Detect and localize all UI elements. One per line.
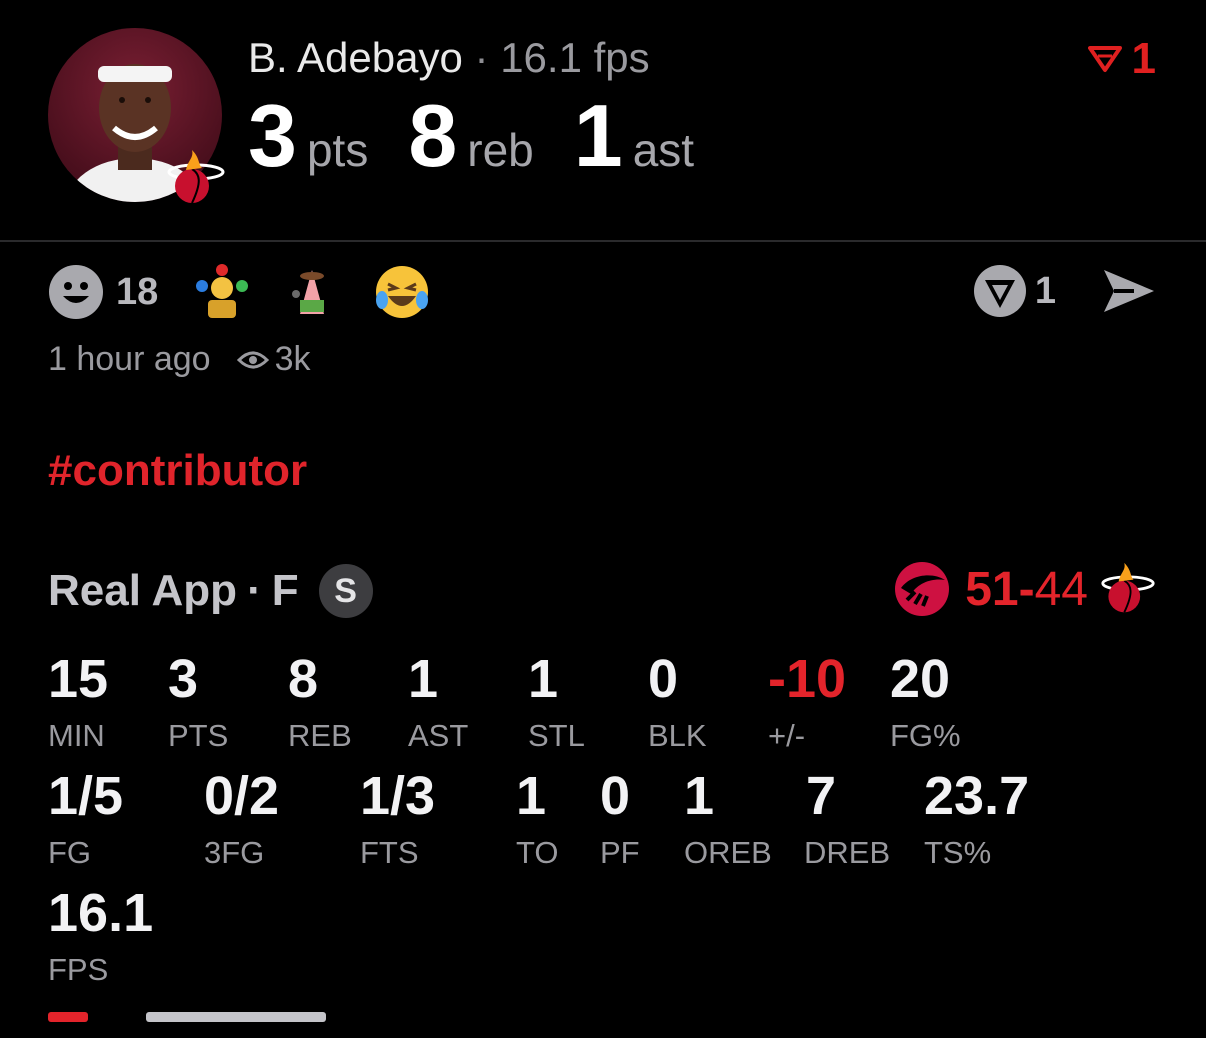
home-score: 51	[965, 562, 1019, 616]
stat-value: 16.1	[48, 883, 154, 943]
downvote-button[interactable]: 1	[1087, 34, 1156, 84]
laughing-tears-emoji-icon[interactable]	[374, 264, 430, 320]
stat-fg: 1/5 FG	[48, 769, 123, 871]
stat-reb: 8 REB	[288, 652, 352, 754]
stat-fps: 16.1 FPS	[48, 886, 153, 988]
stat-stl: 1 STL	[528, 652, 585, 754]
stat-value: 1	[528, 649, 559, 709]
patrick-sticker-icon[interactable]	[284, 264, 340, 320]
position: F	[271, 566, 299, 615]
stat-value: 7	[806, 766, 837, 826]
time-ago: 1 hour ago	[48, 340, 211, 378]
stat-pf: 0 PF	[600, 769, 640, 871]
stat-value: 23.7	[924, 766, 1030, 826]
stat-label: REB	[288, 718, 352, 753]
stat-ts-pct: 23.7 TS%	[924, 769, 1029, 871]
stat-label: TO	[516, 835, 559, 870]
stat-label: PTS	[168, 718, 229, 753]
vote-shield-icon	[973, 265, 1026, 317]
rebounds-label: reb	[467, 124, 534, 176]
separator: ·	[247, 566, 262, 615]
assists-label: ast	[632, 124, 695, 176]
stat-dreb: 7 DREB	[804, 769, 890, 871]
game-score[interactable]: 51 - 44	[893, 560, 1156, 618]
statline-summary: 3 pts 8 reb 1 ast	[248, 92, 734, 180]
stat-blk: 0 BLK	[648, 652, 707, 754]
reaction-count: 18	[116, 270, 159, 313]
separator: ·	[474, 34, 489, 81]
vote-button[interactable]	[973, 264, 1027, 318]
stat-label: AST	[408, 718, 469, 753]
juggler-emoji-icon[interactable]	[194, 264, 250, 320]
fps-label: 16.1 fps	[500, 34, 650, 81]
raptors-logo-icon	[895, 562, 950, 616]
stat-value: 1	[408, 649, 439, 709]
rebounds-value: 8	[408, 86, 458, 185]
points-label: pts	[306, 124, 369, 176]
heat-logo-icon	[166, 148, 226, 208]
reactions-row: 18	[48, 264, 464, 320]
heat-logo-icon	[1101, 562, 1155, 613]
smiley-face-icon	[49, 265, 103, 319]
add-reaction-button[interactable]	[48, 264, 104, 320]
stat-value: -10	[768, 649, 847, 709]
stat-value: 0	[600, 766, 631, 826]
stat-value: 1	[684, 766, 715, 826]
stat-value: 20	[890, 649, 951, 709]
stat-min: 15 MIN	[48, 652, 108, 754]
game-title: Real App · F S	[48, 564, 373, 618]
stat-label: 3FG	[204, 835, 265, 870]
stat-value: 1/3	[360, 766, 436, 826]
stat-label: BLK	[648, 718, 707, 753]
post-meta: 1 hour ago 3k	[48, 340, 311, 379]
stat-label: FPS	[48, 952, 109, 987]
eye-icon	[236, 351, 269, 368]
send-icon	[1104, 270, 1154, 312]
stat-label: OREB	[684, 835, 772, 870]
stat-label: PF	[600, 835, 640, 870]
assists-value: 1	[573, 86, 623, 185]
stat-value: 1	[516, 766, 547, 826]
stat-label: +/-	[768, 718, 806, 753]
stat-label: FG%	[890, 718, 961, 753]
stat-to: 1 TO	[516, 769, 559, 871]
player-name-line: B. Adebayo · 16.1 fps	[248, 34, 650, 82]
stat-label: FTS	[360, 835, 419, 870]
downvote-count: 1	[1131, 34, 1156, 83]
source-name: Real App	[48, 566, 238, 615]
stat-label: MIN	[48, 718, 105, 753]
stat-label: TS%	[924, 835, 992, 870]
stat-value: 15	[48, 649, 109, 709]
points-value: 3	[248, 86, 297, 185]
stat-label: FG	[48, 835, 92, 870]
stat-oreb: 1 OREB	[684, 769, 772, 871]
away-score: 44	[1034, 562, 1088, 616]
score-dash: -	[1018, 562, 1035, 616]
stat-plus-minus: -10 +/-	[768, 652, 846, 754]
stat-value: 0	[648, 649, 679, 709]
stat-fg-pct: 20 FG%	[890, 652, 961, 754]
stat-fts: 1/3 FTS	[360, 769, 435, 871]
stat-value: 8	[288, 649, 319, 709]
post-actions: 1	[973, 264, 1158, 318]
starter-badge: S	[318, 564, 373, 618]
share-button[interactable]	[1100, 266, 1158, 316]
stat-label: STL	[528, 718, 585, 753]
stat-3fg: 0/2 3FG	[204, 769, 279, 871]
hashtag-link[interactable]: #contributor	[48, 446, 307, 496]
stat-label: DREB	[804, 835, 891, 870]
player-name[interactable]: B. Adebayo	[248, 34, 463, 81]
next-content-edge	[48, 1008, 348, 1038]
view-count: 3k	[236, 340, 311, 379]
views-value: 3k	[274, 340, 311, 378]
stat-ast: 1 AST	[408, 652, 468, 754]
downvote-icon	[1087, 46, 1122, 72]
stat-pts: 3 PTS	[168, 652, 228, 754]
stat-value: 1/5	[48, 766, 124, 826]
stat-value: 3	[168, 649, 199, 709]
vote-count: 1	[1034, 269, 1056, 312]
divider	[0, 240, 1206, 242]
stat-value: 0/2	[204, 766, 280, 826]
